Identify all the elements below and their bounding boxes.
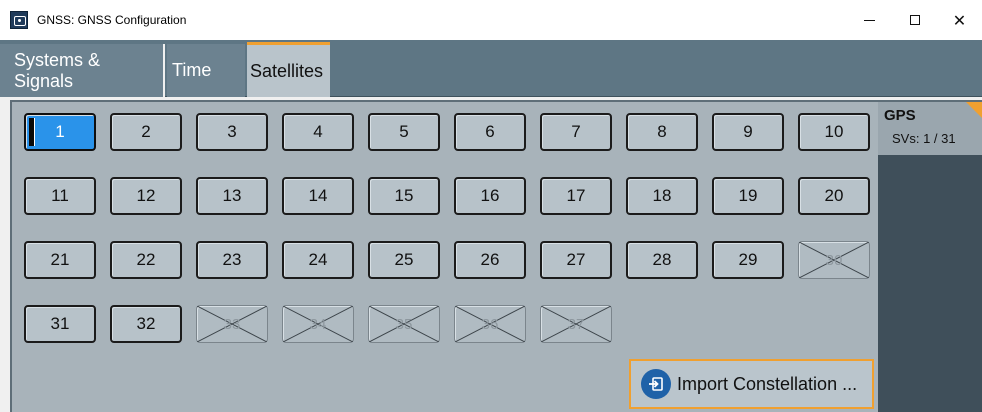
satellite-label: 34: [309, 315, 327, 333]
satellite-button-3[interactable]: 3: [196, 113, 268, 151]
satellite-label: 27: [566, 250, 586, 269]
satellite-label: 10: [824, 122, 844, 141]
close-button[interactable]: ✕: [937, 0, 982, 40]
satellite-button-34[interactable]: 34: [282, 305, 354, 343]
satellite-button-15[interactable]: 15: [368, 177, 440, 215]
satellite-button-36[interactable]: 36: [454, 305, 526, 343]
satellite-label: 6: [485, 122, 495, 141]
satellite-label: 28: [652, 250, 672, 269]
satellite-button-4[interactable]: 4: [282, 113, 354, 151]
selection-corner-marker: [966, 102, 982, 120]
satellite-button-27[interactable]: 27: [540, 241, 612, 279]
satellite-button-11[interactable]: 11: [24, 177, 96, 215]
satellite-label: 3: [227, 122, 237, 141]
satellite-button-32[interactable]: 32: [110, 305, 182, 343]
satellite-label: 29: [738, 250, 758, 269]
minimize-icon: [864, 19, 875, 21]
satellite-label: 13: [222, 186, 242, 205]
satellite-label: 15: [394, 186, 414, 205]
satellite-button-13[interactable]: 13: [196, 177, 268, 215]
satellite-button-1[interactable]: 1: [24, 113, 96, 151]
satellite-label: 19: [738, 186, 758, 205]
satellite-button-6[interactable]: 6: [454, 113, 526, 151]
satellite-button-23[interactable]: 23: [196, 241, 268, 279]
satellite-button-33[interactable]: 33: [196, 305, 268, 343]
satellite-button-21[interactable]: 21: [24, 241, 96, 279]
satellite-button-2[interactable]: 2: [110, 113, 182, 151]
satellite-label: 17: [566, 186, 586, 205]
satellite-label: 33: [223, 315, 241, 333]
satellite-label: 22: [136, 250, 156, 269]
import-constellation-button[interactable]: Import Constellation ...: [629, 359, 874, 409]
satellite-button-16[interactable]: 16: [454, 177, 526, 215]
satellite-button-17[interactable]: 17: [540, 177, 612, 215]
satellite-label: 32: [136, 314, 156, 333]
satellite-label: 23: [222, 250, 242, 269]
satellite-label: 18: [652, 186, 672, 205]
gps-system-label: GPS: [884, 107, 916, 124]
gps-side-panel: GPS SVs: 1 / 31: [878, 102, 982, 412]
satellite-button-29[interactable]: 29: [712, 241, 784, 279]
satellite-label: 36: [481, 315, 499, 333]
tab-time[interactable]: Time: [167, 44, 245, 97]
gps-header[interactable]: GPS SVs: 1 / 31: [878, 102, 982, 155]
satellite-label: 30: [825, 251, 843, 269]
tab-satellites[interactable]: Satellites: [247, 42, 330, 97]
satellite-button-8[interactable]: 8: [626, 113, 698, 151]
satellite-label: 14: [308, 186, 328, 205]
window-title: GNSS: GNSS Configuration: [37, 13, 187, 27]
satellite-button-25[interactable]: 25: [368, 241, 440, 279]
satellite-button-26[interactable]: 26: [454, 241, 526, 279]
satellite-button-14[interactable]: 14: [282, 177, 354, 215]
satellite-label: 7: [571, 122, 581, 141]
satellite-button-19[interactable]: 19: [712, 177, 784, 215]
satellite-button-18[interactable]: 18: [626, 177, 698, 215]
satellite-button-31[interactable]: 31: [24, 305, 96, 343]
satellite-label: 20: [824, 186, 844, 205]
tab-systems-signals[interactable]: Systems & Signals: [0, 44, 165, 97]
satellite-label: 1: [55, 122, 65, 141]
satellite-label: 24: [308, 250, 328, 269]
satellite-button-30[interactable]: 30: [798, 241, 870, 279]
satellite-button-35[interactable]: 35: [368, 305, 440, 343]
title-bar: GNSS: GNSS Configuration ✕: [0, 0, 982, 40]
satellite-button-22[interactable]: 22: [110, 241, 182, 279]
satellite-label: 5: [399, 122, 409, 141]
satellite-label: 11: [51, 186, 69, 205]
close-icon: ✕: [952, 10, 967, 30]
minimize-button[interactable]: [847, 0, 892, 40]
satellite-button-24[interactable]: 24: [282, 241, 354, 279]
signal-level-icon: [29, 118, 35, 146]
satellites-panel: 1 2 3 4 5 6 7 8 9 10 11 12 13 14 15 16 17 18 19 20 21 22 23 24 2…: [10, 100, 982, 412]
satellite-label: 31: [50, 314, 70, 333]
satellite-button-7[interactable]: 7: [540, 113, 612, 151]
satellite-label: 25: [394, 250, 414, 269]
satellite-button-28[interactable]: 28: [626, 241, 698, 279]
satellite-button-12[interactable]: 12: [110, 177, 182, 215]
satellite-label: 21: [50, 250, 70, 269]
satellite-button-5[interactable]: 5: [368, 113, 440, 151]
satellite-label: 37: [567, 315, 585, 333]
satellite-label: 26: [480, 250, 500, 269]
window-controls: ✕: [847, 0, 982, 40]
satellite-label: 12: [136, 186, 156, 205]
gnss-configuration-window: GNSS: GNSS Configuration ✕ Systems & Sig…: [0, 0, 982, 412]
satellite-button-37[interactable]: 37: [540, 305, 612, 343]
satellite-button-20[interactable]: 20: [798, 177, 870, 215]
satellite-label: 2: [141, 122, 151, 141]
satellite-label: 8: [657, 122, 667, 141]
tab-bar: Systems & Signals Time Satellites: [0, 40, 982, 97]
satellite-label: 16: [480, 186, 500, 205]
satellite-label: 9: [743, 122, 753, 141]
maximize-icon: [909, 15, 920, 25]
maximize-button[interactable]: [892, 0, 937, 40]
satellite-button-10[interactable]: 10: [798, 113, 870, 151]
app-icon: [10, 11, 28, 29]
gps-sv-count: SVs: 1 / 31: [892, 131, 956, 146]
satellite-label: 4: [313, 122, 323, 141]
satellite-label: 35: [395, 315, 413, 333]
import-button-label: Import Constellation ...: [677, 373, 858, 394]
import-icon: [641, 369, 671, 399]
satellite-button-9[interactable]: 9: [712, 113, 784, 151]
